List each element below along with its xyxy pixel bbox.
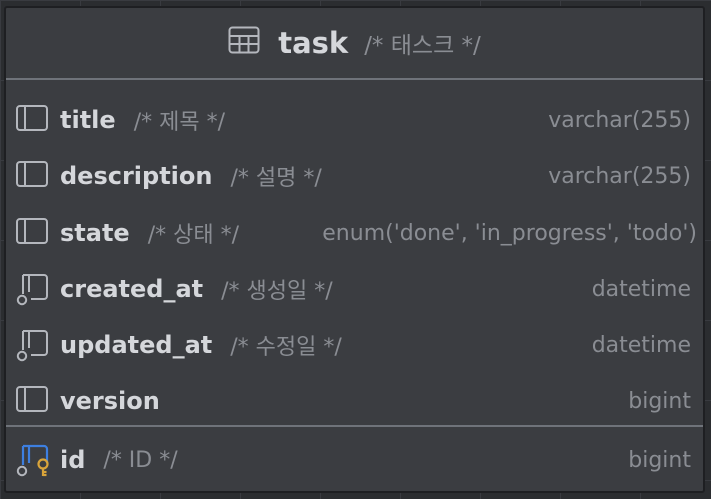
primary-key-divider bbox=[6, 425, 703, 427]
column-name: version bbox=[60, 387, 160, 415]
column-icon bbox=[16, 218, 48, 244]
column-type: varchar(255) bbox=[548, 163, 691, 189]
column-comment: /* 생성일 */ bbox=[221, 279, 333, 304]
column-type: datetime bbox=[591, 276, 691, 302]
column-comment: /* 상태 */ bbox=[147, 223, 239, 248]
column-type: datetime bbox=[591, 332, 691, 358]
column-icon bbox=[16, 105, 48, 131]
column-comment: /* 수정일 */ bbox=[230, 335, 342, 360]
column-type: bigint bbox=[628, 447, 691, 473]
column-name: updated_at bbox=[60, 331, 213, 359]
column-row-id[interactable]: id /* ID */ bigint bbox=[6, 432, 703, 488]
column-name: created_at bbox=[60, 275, 204, 303]
column-name: state bbox=[60, 219, 130, 247]
not-null-column-icon bbox=[16, 330, 48, 362]
column-row-created-at[interactable]: created_at /* 생성일 */ datetime bbox=[6, 261, 703, 317]
diagram-canvas: task /* 태스크 */ title /* 제목 */ varchar(25… bbox=[0, 0, 711, 499]
column-type: enum('done', 'in_progress', 'todo') bbox=[322, 220, 697, 246]
column-icon bbox=[16, 161, 48, 187]
column-type: bigint bbox=[628, 388, 691, 414]
column-row-updated-at[interactable]: updated_at /* 수정일 */ datetime bbox=[6, 317, 703, 373]
column-row-title[interactable]: title /* 제목 */ varchar(255) bbox=[6, 92, 703, 148]
column-comment: /* 설명 */ bbox=[230, 166, 322, 191]
table-comment: /* 태스크 */ bbox=[364, 33, 481, 59]
table-icon bbox=[228, 26, 260, 54]
column-name: title bbox=[60, 106, 116, 134]
table-card-task[interactable]: task /* 태스크 */ title /* 제목 */ varchar(25… bbox=[4, 6, 705, 493]
column-row-description[interactable]: description /* 설명 */ varchar(255) bbox=[6, 148, 703, 204]
column-icon bbox=[16, 386, 48, 412]
not-null-column-icon bbox=[16, 274, 48, 306]
primary-key-column-icon bbox=[16, 444, 49, 477]
column-row-state[interactable]: state /* 상태 */ enum('done', 'in_progress… bbox=[6, 205, 703, 261]
column-name: description bbox=[60, 162, 213, 190]
column-type: varchar(255) bbox=[548, 107, 691, 133]
column-name: id bbox=[60, 446, 86, 474]
column-row-version[interactable]: version bigint bbox=[6, 373, 703, 429]
column-comment: /* ID */ bbox=[103, 447, 178, 473]
table-name: task bbox=[278, 26, 349, 60]
table-header[interactable]: task /* 태스크 */ bbox=[6, 8, 703, 80]
column-comment: /* 제목 */ bbox=[133, 110, 225, 135]
